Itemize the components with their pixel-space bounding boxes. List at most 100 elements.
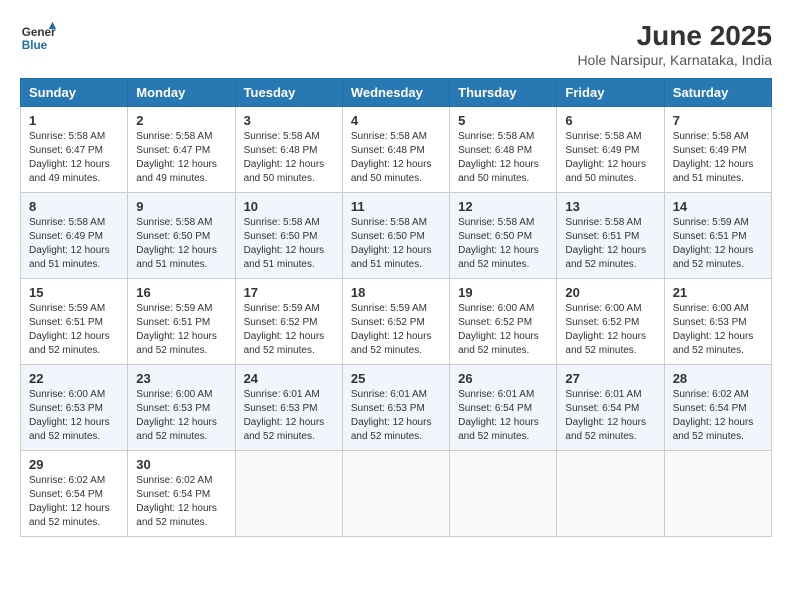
day-info: Sunrise: 6:00 AM Sunset: 6:53 PM Dayligh… — [29, 388, 119, 444]
day-info: Sunrise: 6:01 AM Sunset: 6:54 PM Dayligh… — [458, 388, 548, 444]
day-number: 30 — [136, 457, 226, 472]
table-row — [664, 451, 771, 537]
day-number: 23 — [136, 371, 226, 386]
table-row: 26 Sunrise: 6:01 AM Sunset: 6:54 PM Dayl… — [450, 365, 557, 451]
calendar-week-row: 1 Sunrise: 5:58 AM Sunset: 6:47 PM Dayli… — [21, 107, 772, 193]
table-row — [450, 451, 557, 537]
table-row: 27 Sunrise: 6:01 AM Sunset: 6:54 PM Dayl… — [557, 365, 664, 451]
table-row: 15 Sunrise: 5:59 AM Sunset: 6:51 PM Dayl… — [21, 279, 128, 365]
table-row: 29 Sunrise: 6:02 AM Sunset: 6:54 PM Dayl… — [21, 451, 128, 537]
table-row: 25 Sunrise: 6:01 AM Sunset: 6:53 PM Dayl… — [342, 365, 449, 451]
col-sunday: Sunday — [21, 79, 128, 107]
day-info: Sunrise: 5:58 AM Sunset: 6:49 PM Dayligh… — [29, 216, 119, 272]
col-saturday: Saturday — [664, 79, 771, 107]
calendar-week-row: 15 Sunrise: 5:59 AM Sunset: 6:51 PM Dayl… — [21, 279, 772, 365]
table-row: 20 Sunrise: 6:00 AM Sunset: 6:52 PM Dayl… — [557, 279, 664, 365]
table-row: 9 Sunrise: 5:58 AM Sunset: 6:50 PM Dayli… — [128, 193, 235, 279]
table-row: 22 Sunrise: 6:00 AM Sunset: 6:53 PM Dayl… — [21, 365, 128, 451]
day-number: 28 — [673, 371, 763, 386]
day-number: 25 — [351, 371, 441, 386]
day-number: 10 — [244, 199, 334, 214]
day-info: Sunrise: 5:58 AM Sunset: 6:50 PM Dayligh… — [244, 216, 334, 272]
day-info: Sunrise: 6:00 AM Sunset: 6:52 PM Dayligh… — [458, 302, 548, 358]
day-info: Sunrise: 5:58 AM Sunset: 6:48 PM Dayligh… — [458, 130, 548, 186]
day-number: 1 — [29, 113, 119, 128]
table-row: 14 Sunrise: 5:59 AM Sunset: 6:51 PM Dayl… — [664, 193, 771, 279]
calendar-subtitle: Hole Narsipur, Karnataka, India — [577, 52, 772, 68]
table-row: 6 Sunrise: 5:58 AM Sunset: 6:49 PM Dayli… — [557, 107, 664, 193]
table-row: 11 Sunrise: 5:58 AM Sunset: 6:50 PM Dayl… — [342, 193, 449, 279]
table-row — [342, 451, 449, 537]
day-number: 11 — [351, 199, 441, 214]
day-info: Sunrise: 5:59 AM Sunset: 6:51 PM Dayligh… — [673, 216, 763, 272]
day-info: Sunrise: 5:59 AM Sunset: 6:51 PM Dayligh… — [29, 302, 119, 358]
day-info: Sunrise: 5:58 AM Sunset: 6:47 PM Dayligh… — [29, 130, 119, 186]
table-row: 24 Sunrise: 6:01 AM Sunset: 6:53 PM Dayl… — [235, 365, 342, 451]
header-row: Sunday Monday Tuesday Wednesday Thursday… — [21, 79, 772, 107]
day-info: Sunrise: 5:59 AM Sunset: 6:52 PM Dayligh… — [244, 302, 334, 358]
calendar-week-row: 8 Sunrise: 5:58 AM Sunset: 6:49 PM Dayli… — [21, 193, 772, 279]
table-row — [557, 451, 664, 537]
day-number: 7 — [673, 113, 763, 128]
day-info: Sunrise: 6:02 AM Sunset: 6:54 PM Dayligh… — [136, 474, 226, 530]
day-number: 3 — [244, 113, 334, 128]
col-wednesday: Wednesday — [342, 79, 449, 107]
title-block: June 2025 Hole Narsipur, Karnataka, Indi… — [577, 20, 772, 68]
table-row: 19 Sunrise: 6:00 AM Sunset: 6:52 PM Dayl… — [450, 279, 557, 365]
day-number: 21 — [673, 285, 763, 300]
table-row: 17 Sunrise: 5:59 AM Sunset: 6:52 PM Dayl… — [235, 279, 342, 365]
calendar-week-row: 22 Sunrise: 6:00 AM Sunset: 6:53 PM Dayl… — [21, 365, 772, 451]
day-info: Sunrise: 6:02 AM Sunset: 6:54 PM Dayligh… — [29, 474, 119, 530]
day-number: 5 — [458, 113, 548, 128]
day-number: 27 — [565, 371, 655, 386]
day-info: Sunrise: 5:58 AM Sunset: 6:50 PM Dayligh… — [458, 216, 548, 272]
day-info: Sunrise: 6:02 AM Sunset: 6:54 PM Dayligh… — [673, 388, 763, 444]
day-number: 8 — [29, 199, 119, 214]
table-row: 3 Sunrise: 5:58 AM Sunset: 6:48 PM Dayli… — [235, 107, 342, 193]
day-info: Sunrise: 6:00 AM Sunset: 6:53 PM Dayligh… — [673, 302, 763, 358]
col-tuesday: Tuesday — [235, 79, 342, 107]
table-row: 30 Sunrise: 6:02 AM Sunset: 6:54 PM Dayl… — [128, 451, 235, 537]
day-number: 20 — [565, 285, 655, 300]
logo: General Blue — [20, 20, 56, 56]
svg-text:Blue: Blue — [22, 39, 48, 52]
table-row: 1 Sunrise: 5:58 AM Sunset: 6:47 PM Dayli… — [21, 107, 128, 193]
calendar-table: Sunday Monday Tuesday Wednesday Thursday… — [20, 78, 772, 537]
table-row: 18 Sunrise: 5:59 AM Sunset: 6:52 PM Dayl… — [342, 279, 449, 365]
day-number: 22 — [29, 371, 119, 386]
day-info: Sunrise: 5:59 AM Sunset: 6:52 PM Dayligh… — [351, 302, 441, 358]
day-number: 17 — [244, 285, 334, 300]
table-row: 10 Sunrise: 5:58 AM Sunset: 6:50 PM Dayl… — [235, 193, 342, 279]
day-number: 18 — [351, 285, 441, 300]
day-info: Sunrise: 5:59 AM Sunset: 6:51 PM Dayligh… — [136, 302, 226, 358]
day-info: Sunrise: 6:01 AM Sunset: 6:54 PM Dayligh… — [565, 388, 655, 444]
day-number: 13 — [565, 199, 655, 214]
day-number: 15 — [29, 285, 119, 300]
day-info: Sunrise: 5:58 AM Sunset: 6:49 PM Dayligh… — [565, 130, 655, 186]
table-row: 12 Sunrise: 5:58 AM Sunset: 6:50 PM Dayl… — [450, 193, 557, 279]
calendar-title: June 2025 — [577, 20, 772, 52]
day-number: 14 — [673, 199, 763, 214]
table-row: 5 Sunrise: 5:58 AM Sunset: 6:48 PM Dayli… — [450, 107, 557, 193]
day-number: 19 — [458, 285, 548, 300]
day-info: Sunrise: 6:01 AM Sunset: 6:53 PM Dayligh… — [351, 388, 441, 444]
day-info: Sunrise: 6:01 AM Sunset: 6:53 PM Dayligh… — [244, 388, 334, 444]
table-row — [235, 451, 342, 537]
table-row: 2 Sunrise: 5:58 AM Sunset: 6:47 PM Dayli… — [128, 107, 235, 193]
table-row: 13 Sunrise: 5:58 AM Sunset: 6:51 PM Dayl… — [557, 193, 664, 279]
col-thursday: Thursday — [450, 79, 557, 107]
day-info: Sunrise: 5:58 AM Sunset: 6:47 PM Dayligh… — [136, 130, 226, 186]
table-row: 28 Sunrise: 6:02 AM Sunset: 6:54 PM Dayl… — [664, 365, 771, 451]
day-info: Sunrise: 5:58 AM Sunset: 6:50 PM Dayligh… — [136, 216, 226, 272]
col-friday: Friday — [557, 79, 664, 107]
day-number: 24 — [244, 371, 334, 386]
day-number: 29 — [29, 457, 119, 472]
table-row: 4 Sunrise: 5:58 AM Sunset: 6:48 PM Dayli… — [342, 107, 449, 193]
logo-icon: General Blue — [20, 20, 56, 56]
day-info: Sunrise: 5:58 AM Sunset: 6:48 PM Dayligh… — [351, 130, 441, 186]
day-info: Sunrise: 6:00 AM Sunset: 6:52 PM Dayligh… — [565, 302, 655, 358]
day-number: 2 — [136, 113, 226, 128]
table-row: 8 Sunrise: 5:58 AM Sunset: 6:49 PM Dayli… — [21, 193, 128, 279]
day-info: Sunrise: 6:00 AM Sunset: 6:53 PM Dayligh… — [136, 388, 226, 444]
table-row: 7 Sunrise: 5:58 AM Sunset: 6:49 PM Dayli… — [664, 107, 771, 193]
